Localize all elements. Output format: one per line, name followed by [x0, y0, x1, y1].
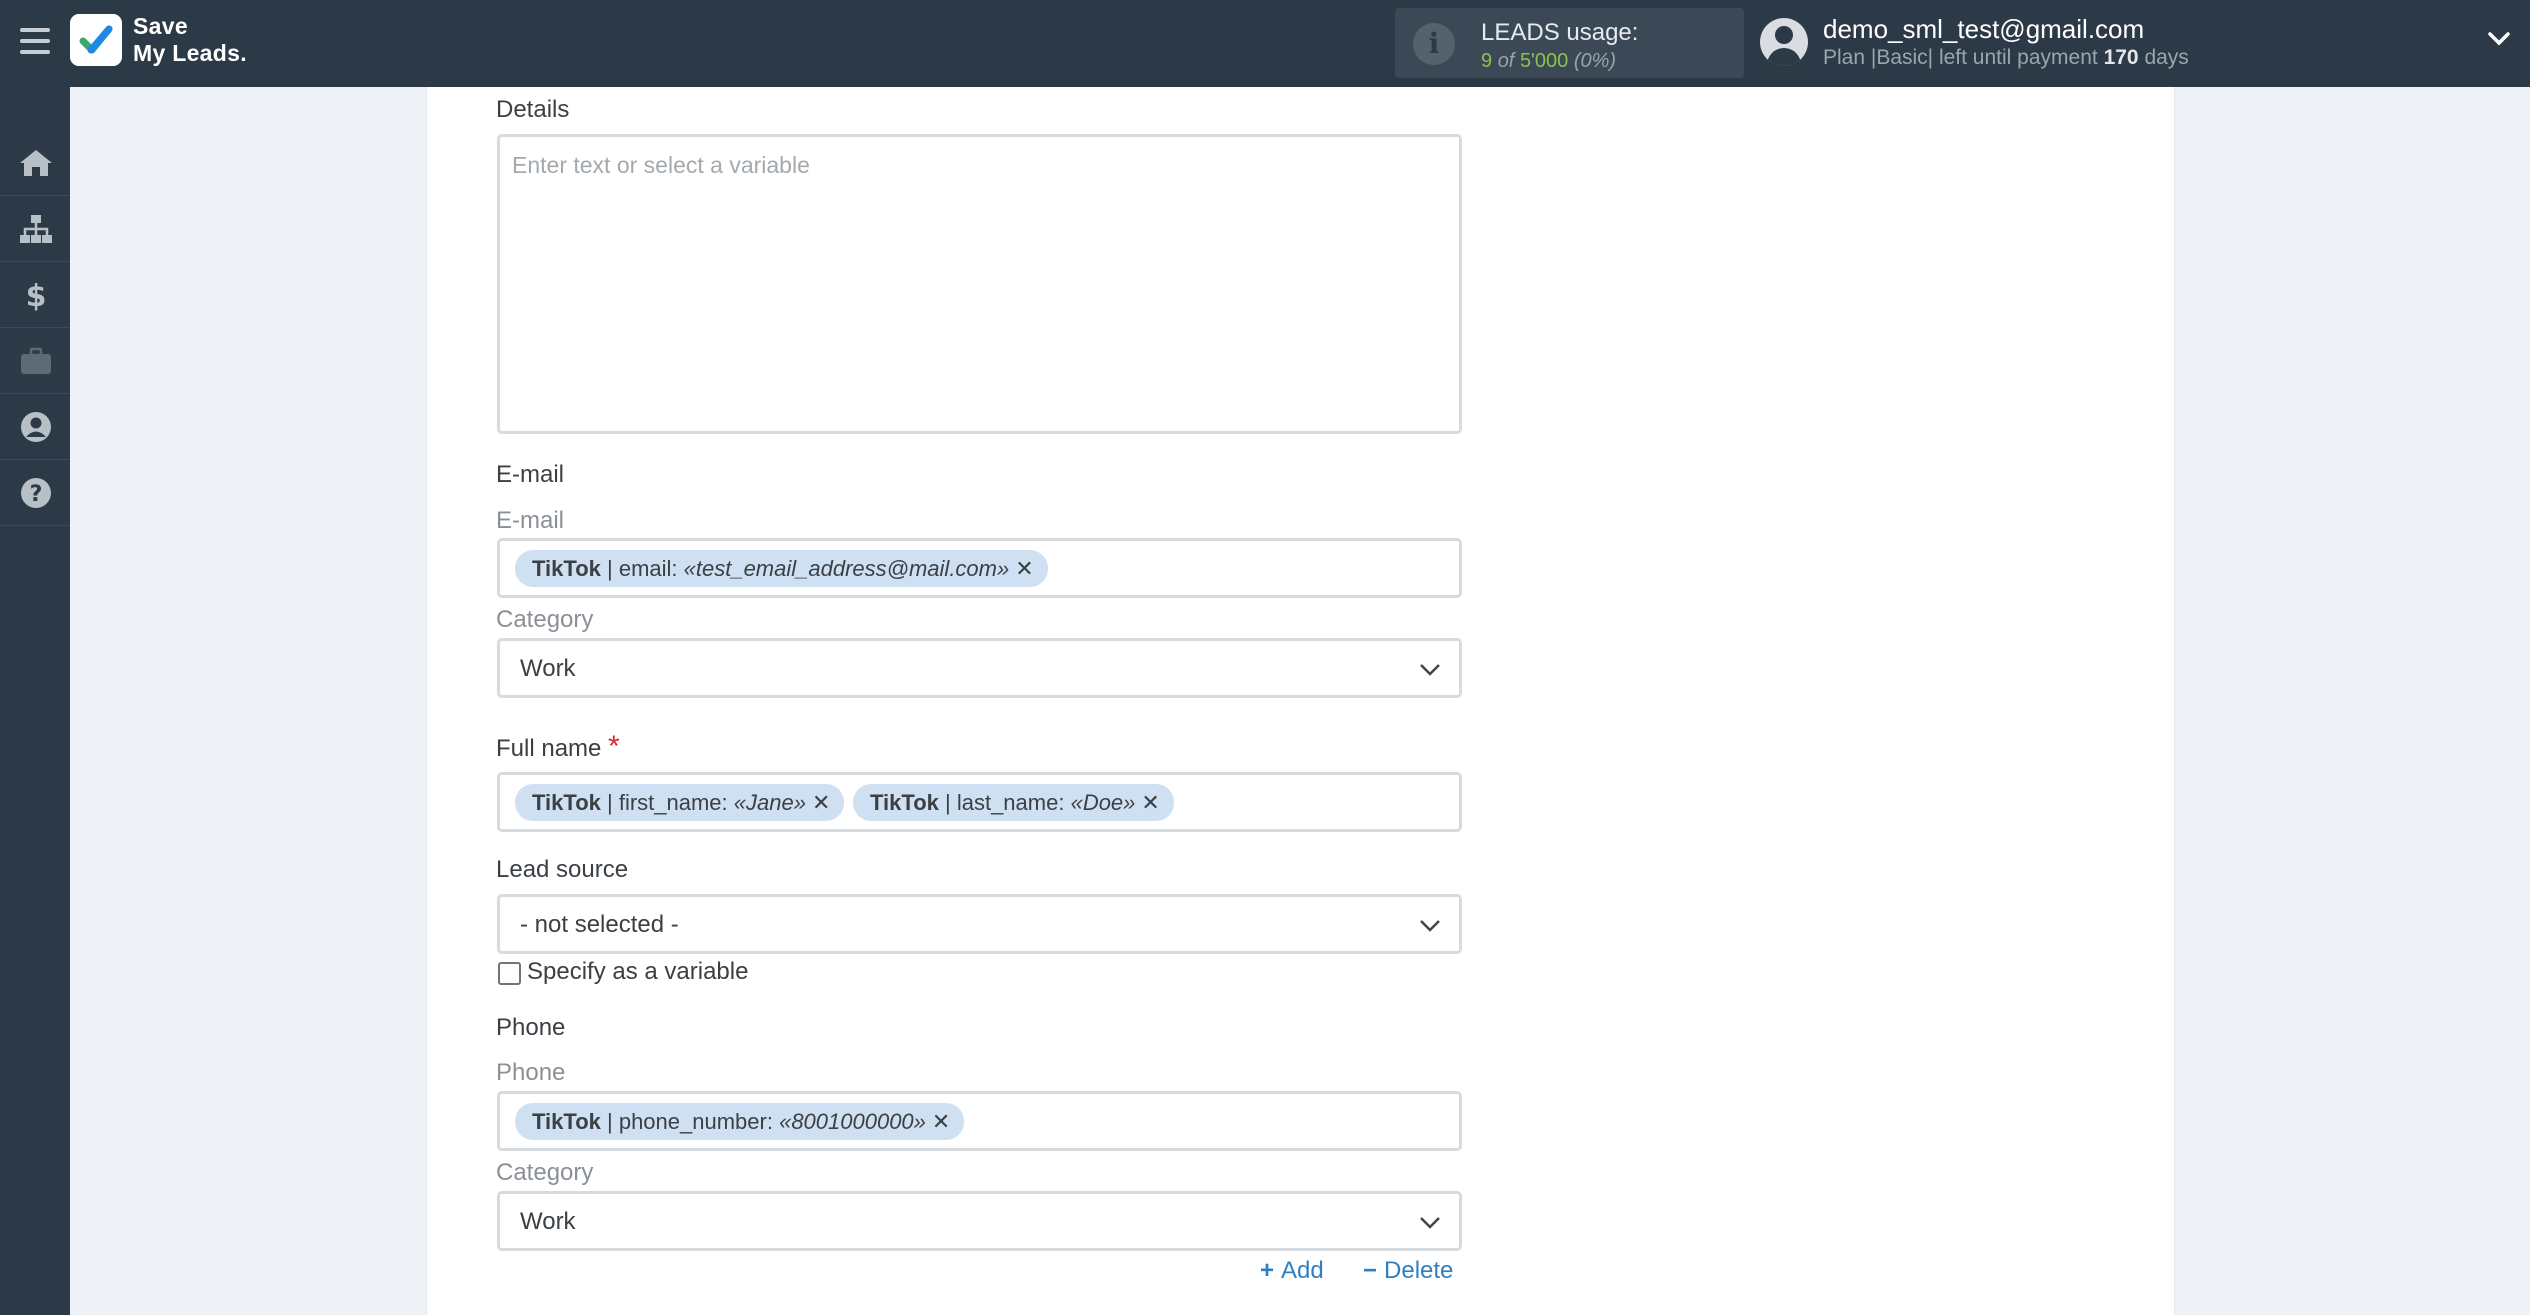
phone-category-select[interactable]: Work	[497, 1191, 1462, 1251]
leads-usage-panel: i LEADS usage: 9 of 5'000 (0%)	[1395, 8, 1744, 78]
details-textarea[interactable]: Enter text or select a variable	[497, 134, 1462, 434]
phone-section-title: Phone	[496, 1014, 566, 1041]
add-button[interactable]: + Add	[1260, 1257, 1324, 1285]
full-name-label-text: Full name	[496, 735, 602, 762]
email-category-label: Category	[496, 606, 594, 633]
usage-percent: (0%)	[1573, 50, 1617, 72]
plan-days: 170	[2103, 46, 2139, 69]
chip-value: «Jane»	[733, 790, 806, 815]
add-label: Add	[1281, 1257, 1324, 1284]
chip-value: «8001000000»	[779, 1109, 926, 1134]
sidebar-item-account[interactable]	[0, 395, 70, 460]
remove-chip-icon[interactable]: ✕	[932, 1109, 950, 1134]
sidebar-item-home[interactable]	[0, 131, 70, 196]
usage-used: 9	[1481, 50, 1493, 72]
last-name-variable-chip[interactable]: TikTok | last_name: «Doe» ✕	[853, 784, 1174, 821]
email-category-select[interactable]: Work	[497, 638, 1462, 698]
brand-line-2: My Leads.	[133, 40, 247, 66]
minus-icon: −	[1363, 1257, 1378, 1284]
briefcase-icon	[21, 347, 51, 374]
top-bar: Save My Leads. i LEADS usage: 9 of 5'000…	[0, 0, 2530, 87]
plan-prefix: Plan |Basic| left until payment	[1823, 46, 2098, 69]
specify-variable-checkbox[interactable]	[498, 962, 521, 985]
phone-category-value: Work	[520, 1208, 576, 1235]
first-name-variable-chip[interactable]: TikTok | first_name: «Jane» ✕	[515, 784, 845, 821]
chip-field: | last_name:	[945, 790, 1065, 815]
details-label: Details	[496, 96, 570, 123]
specify-variable-label[interactable]: Specify as a variable	[527, 958, 748, 986]
chevron-down-icon	[1420, 920, 1440, 932]
plus-icon: +	[1260, 1257, 1275, 1284]
chip-source: TikTok	[532, 790, 601, 815]
email-field[interactable]: TikTok | email: «test_email_address@mail…	[497, 538, 1462, 598]
sidebar-item-connections[interactable]	[0, 197, 70, 262]
phone-category-label: Category	[496, 1159, 594, 1186]
lead-source-label: Lead source	[496, 856, 629, 883]
chevron-down-icon	[1420, 1217, 1440, 1229]
dollar-icon: $	[26, 279, 47, 311]
home-icon	[20, 150, 52, 176]
chip-field: | phone_number:	[607, 1109, 773, 1134]
logo-icon	[70, 14, 122, 66]
plan-info: Plan |Basic| left until payment 170 days	[1823, 46, 2189, 70]
sidebar-item-projects[interactable]	[0, 329, 70, 394]
sidebar-item-help[interactable]: ?	[0, 461, 70, 526]
chip-value: «Doe»	[1070, 790, 1136, 815]
chip-source: TikTok	[532, 556, 601, 581]
chevron-down-icon	[1420, 664, 1440, 676]
avatar-icon[interactable]	[1760, 18, 1808, 66]
required-mark: *	[608, 730, 620, 763]
svg-text:?: ?	[30, 482, 43, 507]
menu-icon[interactable]	[20, 28, 50, 54]
plan-suffix: days	[2144, 46, 2189, 69]
delete-button[interactable]: − Delete	[1363, 1257, 1453, 1285]
chip-source: TikTok	[870, 790, 939, 815]
delete-label: Delete	[1384, 1257, 1454, 1284]
remove-chip-icon[interactable]: ✕	[1015, 556, 1033, 581]
full-name-label: Full name *	[496, 730, 620, 764]
lead-source-select[interactable]: - not selected -	[497, 894, 1462, 954]
chip-source: TikTok	[532, 1109, 601, 1134]
sidebar: $ ?	[0, 87, 70, 1315]
user-circle-icon	[21, 412, 51, 442]
info-icon: i	[1413, 23, 1455, 65]
remove-chip-icon[interactable]: ✕	[812, 790, 830, 815]
remove-chip-icon[interactable]: ✕	[1141, 790, 1159, 815]
phone-variable-chip[interactable]: TikTok | phone_number: «8001000000» ✕	[515, 1103, 965, 1140]
chip-value: «test_email_address@mail.com»	[683, 556, 1010, 581]
account-email[interactable]: demo_sml_test@gmail.com	[1823, 14, 2144, 45]
chip-field: | first_name:	[607, 790, 728, 815]
usage-value: 9 of 5'000 (0%)	[1481, 50, 1616, 73]
chevron-down-icon[interactable]	[2488, 32, 2510, 51]
svg-text:$: $	[26, 279, 47, 311]
usage-of: of	[1497, 50, 1515, 72]
usage-total: 5'000	[1519, 50, 1569, 72]
email-field-label: E-mail	[496, 507, 565, 534]
details-placeholder: Enter text or select a variable	[512, 152, 810, 178]
phone-field[interactable]: TikTok | phone_number: «8001000000» ✕	[497, 1091, 1462, 1151]
brand-line-1: Save	[133, 13, 188, 39]
brand-name: Save My Leads.	[133, 13, 247, 67]
help-icon: ?	[21, 478, 51, 508]
usage-title: LEADS usage:	[1481, 19, 1639, 46]
phone-field-label: Phone	[496, 1059, 566, 1086]
sidebar-item-billing[interactable]: $	[0, 263, 70, 328]
email-variable-chip[interactable]: TikTok | email: «test_email_address@mail…	[515, 550, 1048, 587]
full-name-field[interactable]: TikTok | first_name: «Jane» ✕ TikTok | la…	[497, 772, 1462, 832]
sitemap-icon	[20, 215, 52, 243]
email-section-title: E-mail	[496, 461, 565, 488]
lead-source-value: - not selected -	[520, 911, 679, 938]
email-category-value: Work	[520, 655, 576, 682]
chip-field: | email:	[607, 556, 678, 581]
